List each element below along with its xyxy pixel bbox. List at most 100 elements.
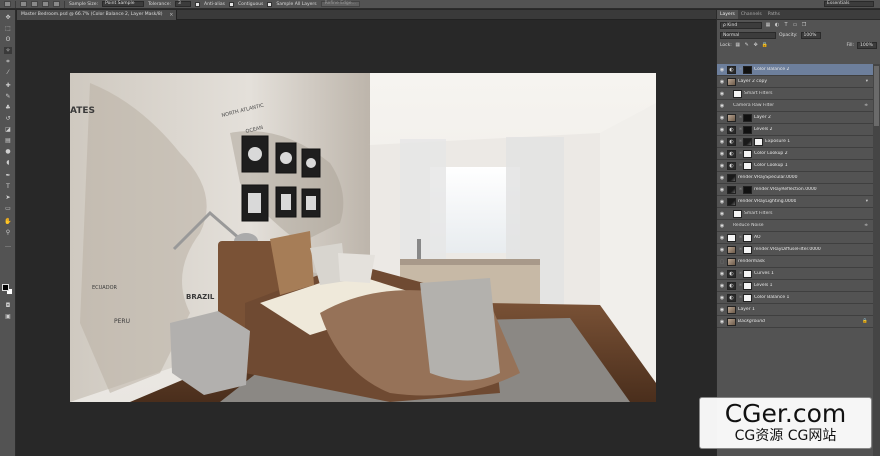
mask-thumbnail[interactable] <box>754 137 763 146</box>
layer-row[interactable]: ◉ render.VRayLighting.0000 ▾ <box>717 196 874 208</box>
workspace-select[interactable]: Essentials <box>824 1 874 7</box>
quick-mask-icon[interactable]: ◘ <box>4 302 12 309</box>
lock-transparency-icon[interactable]: ▦ <box>735 42 741 48</box>
tolerance-input[interactable]: 3 <box>175 1 192 7</box>
shape-tool-icon[interactable]: ▭ <box>4 205 12 212</box>
layer-kind-filter[interactable]: ρ Kind <box>720 21 762 29</box>
eye-icon[interactable]: ▢ <box>717 259 727 265</box>
tab-layers[interactable]: Layers <box>717 10 738 19</box>
new-selection-icon[interactable] <box>20 1 27 7</box>
move-tool-icon[interactable]: ✥ <box>4 14 12 21</box>
adjustment-filter-icon[interactable]: ◐ <box>774 22 780 28</box>
layer-row[interactable]: ◉ Camera Raw Filter ≑ <box>717 100 874 112</box>
layer-row[interactable]: ◉ Layer 2 copy ▾ <box>717 76 874 88</box>
eye-icon[interactable]: ◉ <box>717 103 727 109</box>
tab-channels[interactable]: Channels <box>738 10 765 19</box>
lock-pixels-icon[interactable]: ✎ <box>744 42 750 48</box>
lock-position-icon[interactable]: ✥ <box>753 42 759 48</box>
eye-icon[interactable]: ◉ <box>717 139 727 145</box>
layer-row[interactable]: ◉ ∞ render.VRayDiffuseFilter.0000 <box>717 244 874 256</box>
layer-row[interactable]: ◉ ◐ ∞ Color Balance 1 <box>717 292 874 304</box>
eye-icon[interactable]: ◉ <box>717 283 727 289</box>
layer-row[interactable]: ◉ ◐ ∞ Color Balance 2 <box>717 64 874 76</box>
eye-icon[interactable]: ◉ <box>717 223 727 229</box>
layer-row[interactable]: ◉ Background 🔒 <box>717 316 874 328</box>
gradient-tool-icon[interactable]: ▤ <box>4 137 12 144</box>
layer-row[interactable]: ◉ Smart Filters <box>717 208 874 220</box>
canvas-area[interactable]: ATES NORTH ATLANTIC OCEAN ECUADOR PERU B… <box>17 21 716 456</box>
eye-icon[interactable]: ◉ <box>717 235 727 241</box>
magic-wand-tool-icon[interactable]: ✧ <box>4 47 12 54</box>
mask-thumbnail[interactable] <box>743 149 752 158</box>
layer-row[interactable]: ◉ render.VRaySpecular.0000 <box>717 172 874 184</box>
eye-icon[interactable]: ◉ <box>717 127 727 133</box>
eye-icon[interactable]: ◉ <box>717 319 727 325</box>
extra-tools-icon[interactable]: … <box>4 242 12 249</box>
marquee-tool-icon[interactable]: ⬚ <box>4 25 12 32</box>
fill-input[interactable]: 100% <box>857 41 877 49</box>
mask-thumbnail[interactable] <box>743 113 752 122</box>
layer-row[interactable]: ◉ ◐ ∞ Color Lookup 2 <box>717 148 874 160</box>
path-selection-icon[interactable]: ➤ <box>4 194 12 201</box>
eye-icon[interactable]: ◉ <box>717 271 727 277</box>
blend-mode-select[interactable]: Normal <box>720 31 776 39</box>
eye-icon[interactable]: ◉ <box>717 199 727 205</box>
document-tab[interactable]: Master Bedroom.psd @ 66.7% (Color Balanc… <box>17 10 178 20</box>
sample-all-layers-checkbox[interactable] <box>267 1 273 7</box>
filter-options-icon[interactable]: ≑ <box>864 223 868 228</box>
mask-thumbnail[interactable] <box>743 245 752 254</box>
pen-tool-icon[interactable]: ✒ <box>4 172 12 179</box>
contiguous-checkbox[interactable] <box>228 1 234 7</box>
intersect-selection-icon[interactable] <box>53 1 60 7</box>
eye-icon[interactable]: ◉ <box>717 91 727 97</box>
eye-icon[interactable]: ◉ <box>717 295 727 301</box>
refine-edge-button[interactable]: Refine Edge... <box>320 1 360 7</box>
layer-row[interactable]: ◉ ◐ ∞ Levels 1 <box>717 280 874 292</box>
mask-thumbnail[interactable] <box>743 269 752 278</box>
eye-icon[interactable]: ◉ <box>717 307 727 313</box>
lasso-tool-icon[interactable]: ʘ <box>4 36 12 43</box>
eye-icon[interactable]: ◉ <box>717 115 727 121</box>
eye-icon[interactable]: ◉ <box>717 79 727 85</box>
lock-all-icon[interactable]: 🔒 <box>762 42 768 48</box>
crop-tool-icon[interactable]: ⌗ <box>4 58 12 65</box>
home-icon[interactable] <box>4 1 11 7</box>
mask-thumbnail[interactable] <box>743 65 752 74</box>
eye-icon[interactable]: ◉ <box>717 175 727 181</box>
layer-row[interactable]: ◉ ∞ render.VRayReflection.0000 <box>717 184 874 196</box>
mask-thumbnail[interactable] <box>743 233 752 242</box>
smart-object-filter-icon[interactable]: ❐ <box>801 22 807 28</box>
screen-mode-icon[interactable]: ▣ <box>4 313 12 320</box>
mask-thumbnail[interactable] <box>743 137 752 146</box>
document-canvas[interactable]: ATES NORTH ATLANTIC OCEAN ECUADOR PERU B… <box>70 73 656 402</box>
eye-icon[interactable]: ◉ <box>717 151 727 157</box>
sample-size-select[interactable]: Point Sample <box>102 1 145 7</box>
eye-icon[interactable]: ◉ <box>717 67 727 73</box>
layer-row[interactable]: ◉ ◐ ∞ Exposure 1 <box>717 136 874 148</box>
healing-brush-icon[interactable]: ✚ <box>4 82 12 89</box>
layers-scrollbar[interactable] <box>873 64 880 456</box>
layer-row[interactable]: ◉ Layer 1 <box>717 304 874 316</box>
eye-icon[interactable]: ◉ <box>717 163 727 169</box>
history-brush-icon[interactable]: ↺ <box>4 115 12 122</box>
mask-thumbnail[interactable] <box>743 161 752 170</box>
eye-icon[interactable]: ◉ <box>717 211 727 217</box>
scrollbar-thumb[interactable] <box>874 66 879 126</box>
mask-thumbnail[interactable] <box>743 281 752 290</box>
layer-row[interactable]: ◉ Smart Filters <box>717 88 874 100</box>
close-icon[interactable]: × <box>169 10 173 20</box>
filter-options-icon[interactable]: ≑ <box>864 103 868 108</box>
eye-icon[interactable]: ◉ <box>717 187 727 193</box>
mask-thumbnail[interactable] <box>743 293 752 302</box>
mask-thumbnail[interactable] <box>743 125 752 134</box>
pixel-filter-icon[interactable]: ▦ <box>765 22 771 28</box>
type-filter-icon[interactable]: T <box>783 22 789 28</box>
add-selection-icon[interactable] <box>31 1 38 7</box>
layer-row[interactable]: ◉ ◐ ∞ Color Lookup 1 <box>717 160 874 172</box>
layer-row[interactable]: ◉ ∞ AO <box>717 232 874 244</box>
layer-row[interactable]: ◉ ◐ ∞ Levels 2 <box>717 124 874 136</box>
hand-tool-icon[interactable]: ✋ <box>4 218 12 225</box>
eyedropper-tool-icon[interactable]: ⁄ <box>4 69 12 76</box>
layer-row[interactable]: ◉ Reduce Noise ≑ <box>717 220 874 232</box>
layer-row[interactable]: ◉ ◐ ∞ Curves 1 <box>717 268 874 280</box>
